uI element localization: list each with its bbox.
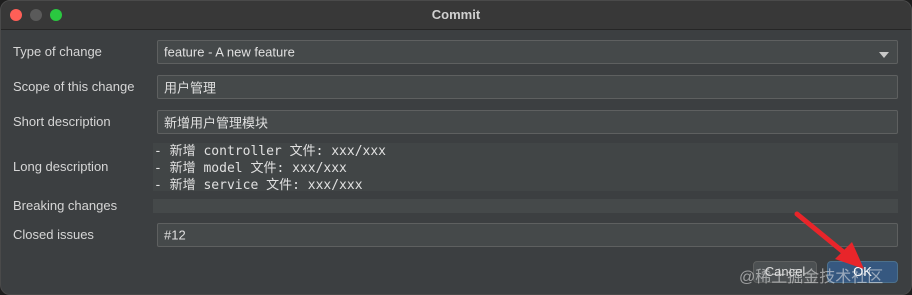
long-description-label: Long description [13, 159, 109, 174]
dropdown-arrow-icon[interactable] [879, 52, 889, 58]
long-description-line: - 新增 model 文件: xxx/xxx [154, 161, 347, 176]
short-description-label: Short description [13, 114, 111, 129]
short-description-input[interactable]: 新增用户管理模块 [157, 110, 898, 134]
type-of-change-value: feature - A new feature [164, 44, 295, 60]
type-of-change-select[interactable]: feature - A new feature [157, 40, 898, 64]
long-description-textarea[interactable]: - 新增 controller 文件: xxx/xxx - 新增 model 文… [153, 143, 898, 193]
closed-issues-input[interactable]: #12 [157, 223, 898, 247]
closed-issues-value: #12 [164, 227, 186, 243]
long-description-line: - 新增 service 文件: xxx/xxx [154, 178, 363, 193]
closed-issues-label: Closed issues [13, 227, 94, 242]
breaking-changes-label: Breaking changes [13, 198, 118, 213]
cancel-button[interactable]: Cancel [753, 261, 817, 283]
long-description-line: - 新增 controller 文件: xxx/xxx [154, 144, 387, 159]
type-of-change-label: Type of change [13, 44, 102, 59]
scope-label: Scope of this change [13, 79, 135, 94]
breaking-changes-textarea[interactable] [153, 199, 898, 213]
window-title: Commit [431, 7, 481, 22]
scope-value: 用户管理 [164, 80, 217, 96]
scope-input[interactable]: 用户管理 [157, 75, 898, 99]
title-bar: Commit [1, 1, 911, 30]
short-description-value: 新增用户管理模块 [164, 115, 269, 131]
commit-dialog: Commit Type of change feature - A new fe… [0, 0, 912, 295]
ok-button[interactable]: OK [827, 261, 898, 283]
